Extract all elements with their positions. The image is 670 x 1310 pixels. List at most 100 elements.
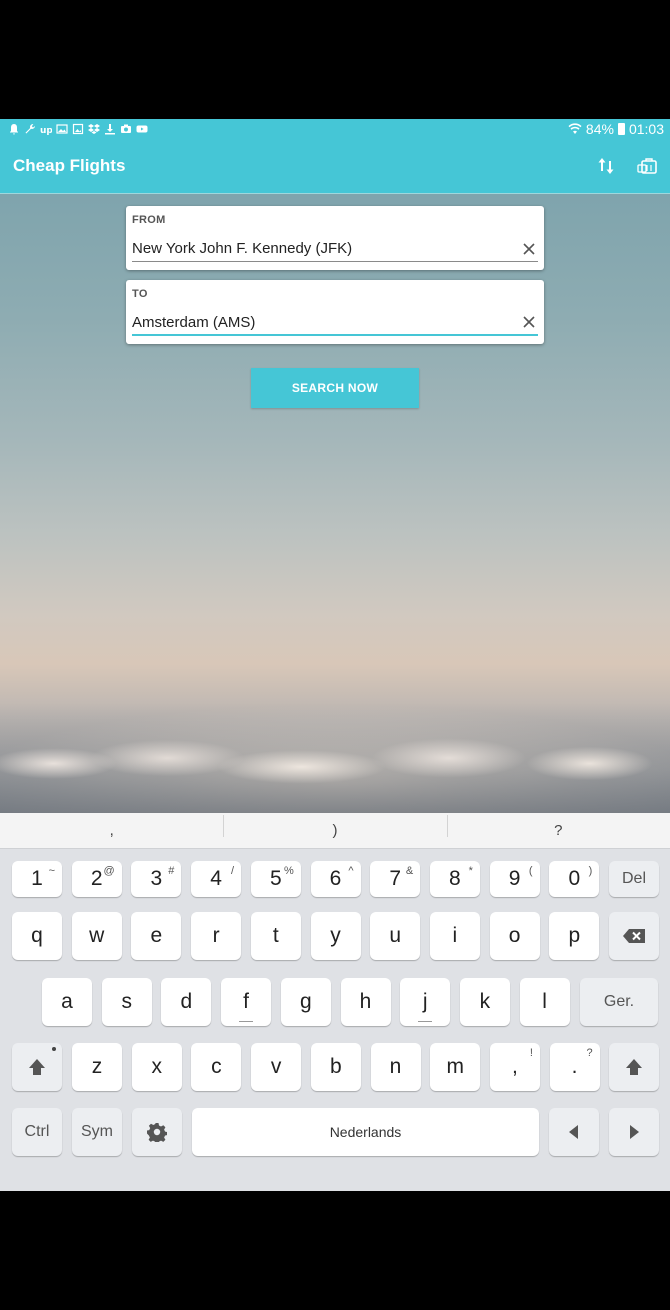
shift-left-key[interactable] — [12, 1043, 62, 1091]
key-7[interactable]: 7 & — [370, 861, 421, 897]
key-c-label: c — [211, 1055, 222, 1078]
space-key[interactable]: Nederlands — [192, 1108, 539, 1156]
arrow-right-icon — [628, 1125, 640, 1139]
image-icon — [55, 123, 68, 136]
gear-icon — [147, 1122, 167, 1142]
key-5[interactable]: 5% — [250, 861, 301, 897]
arrow-left-icon — [568, 1125, 580, 1139]
key-9-secondary: ( — [528, 865, 533, 877]
bag-icon[interactable] — [636, 154, 660, 178]
key-x-label: x — [151, 1055, 162, 1078]
suggestion-3[interactable]: ? — [446, 815, 670, 839]
key-p[interactable]: p — [549, 912, 600, 960]
search-now-button[interactable]: SEARCH NOW — [251, 368, 419, 408]
suggestion-2[interactable]: ) — [223, 815, 446, 839]
key-s-label: s — [121, 990, 132, 1013]
key-m[interactable]: m — [430, 1043, 481, 1091]
delete-key[interactable]: Del — [609, 861, 659, 897]
shift-right-key[interactable] — [609, 1043, 659, 1091]
delete-key-label: Del — [621, 870, 646, 887]
key-w[interactable]: w — [71, 912, 122, 960]
key-v[interactable]: v — [251, 1043, 302, 1091]
key-9[interactable]: 9( — [489, 861, 540, 897]
key-k[interactable]: k — [459, 978, 510, 1026]
key-6[interactable]: 6 ^ — [310, 861, 361, 897]
key-4-label: 4 — [210, 867, 222, 890]
key-h[interactable]: h — [340, 978, 391, 1026]
from-label: FROM — [132, 214, 166, 226]
swap-icon[interactable] — [594, 154, 618, 178]
key-1[interactable]: 1 ~ — [12, 861, 62, 897]
key-o-label: o — [508, 924, 521, 947]
key-d[interactable]: d — [161, 978, 212, 1026]
key-g-label: g — [299, 990, 312, 1013]
from-input[interactable] — [132, 240, 520, 257]
shift-icon — [28, 1058, 46, 1076]
key-g[interactable]: g — [280, 978, 331, 1026]
key-3-label: 3 — [150, 867, 163, 890]
from-field-row — [132, 236, 538, 262]
app-bar: Cheap Flights — [0, 139, 670, 194]
key-8[interactable]: 8 * — [429, 861, 480, 897]
key-s[interactable]: s — [101, 978, 152, 1026]
key-e[interactable]: e — [131, 912, 182, 960]
key-o[interactable]: o — [489, 912, 540, 960]
key-c[interactable]: c — [191, 1043, 242, 1091]
clock: 01:03 — [628, 121, 664, 137]
key-j[interactable]: j — [400, 978, 451, 1026]
key-y[interactable]: y — [310, 912, 361, 960]
period-key[interactable]: .? — [549, 1043, 600, 1091]
suggestion-bar: , ) ? — [0, 813, 670, 849]
key-1-secondary: ~ — [48, 865, 55, 877]
up-icon: up — [39, 123, 52, 136]
to-label: TO — [132, 288, 148, 300]
key-2[interactable]: 2 @ — [71, 861, 122, 897]
sym-key[interactable]: Sym — [72, 1108, 122, 1156]
enter-key-label: Ger. — [603, 993, 635, 1010]
key-4[interactable]: 4/ — [191, 861, 242, 897]
to-card: TO — [126, 280, 544, 344]
key-x[interactable]: x — [131, 1043, 182, 1091]
ctrl-key[interactable]: Ctrl — [12, 1108, 62, 1156]
settings-key[interactable] — [132, 1108, 182, 1156]
key-z[interactable]: z — [72, 1043, 122, 1091]
key-t[interactable]: t — [250, 912, 301, 960]
comma-key[interactable]: ,! — [489, 1043, 540, 1091]
key-7-secondary: & — [405, 865, 414, 877]
key-l-label: l — [542, 990, 547, 1013]
cursor-left-key[interactable] — [549, 1108, 599, 1156]
key-3[interactable]: 3 # — [131, 861, 182, 897]
battery-icon — [617, 123, 625, 135]
key-i[interactable]: i — [429, 912, 480, 960]
key-q[interactable]: q — [12, 912, 62, 960]
comma-key-label: , — [511, 1055, 518, 1078]
cursor-right-key[interactable] — [609, 1108, 659, 1156]
key-7-label: 7 — [389, 867, 402, 890]
suggestion-1[interactable]: , — [0, 822, 223, 839]
key-b[interactable]: b — [310, 1043, 361, 1091]
key-p-label: p — [568, 924, 581, 947]
key-u[interactable]: u — [370, 912, 421, 960]
key-n[interactable]: n — [370, 1043, 421, 1091]
key-y-label: y — [330, 924, 341, 947]
key-r[interactable]: r — [191, 912, 242, 960]
key-0[interactable]: 0) — [549, 861, 600, 897]
clouds — [0, 703, 670, 813]
clear-to-icon[interactable] — [520, 313, 538, 331]
key-d-label: d — [180, 990, 193, 1013]
period-key-label: . — [571, 1055, 578, 1078]
enter-key[interactable]: Ger. — [580, 978, 658, 1026]
key-a-label: a — [61, 990, 73, 1013]
backspace-key[interactable] — [609, 912, 659, 960]
key-2-secondary: @ — [103, 865, 115, 877]
notification-icons: up — [7, 123, 148, 136]
to-input[interactable] — [132, 313, 520, 331]
key-z-label: z — [91, 1055, 103, 1078]
key-6-secondary: ^ — [348, 865, 354, 877]
key-l[interactable]: l — [519, 978, 570, 1026]
key-a[interactable]: a — [42, 978, 92, 1026]
clear-from-icon[interactable] — [520, 240, 538, 258]
key-f[interactable]: f — [221, 978, 272, 1026]
bottom-bezel — [0, 1191, 670, 1310]
key-underline — [418, 1021, 433, 1022]
